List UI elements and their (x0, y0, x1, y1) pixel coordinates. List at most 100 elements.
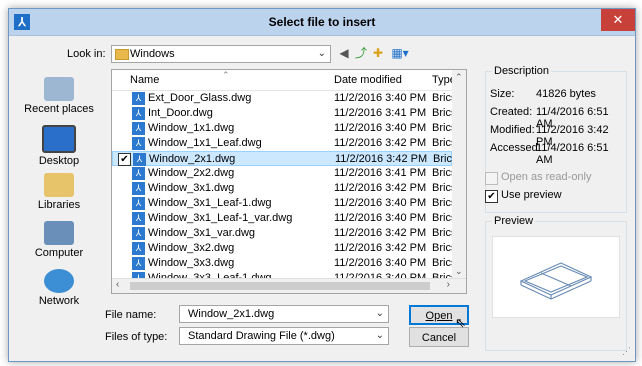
row-checkbox[interactable]: ✔ (118, 153, 131, 166)
file-type: BricsCAD (432, 197, 454, 209)
place-network[interactable]: Network (19, 269, 99, 307)
file-date: 11/2/2016 3:40 PM (334, 122, 427, 134)
file-row[interactable]: ⅄Window_1x1.dwg 11/2/2016 3:40 PM BricsCAD (112, 121, 454, 136)
column-date[interactable]: Date modified (334, 74, 402, 86)
dwg-file-icon: ⅄ (132, 257, 145, 270)
file-date: 11/2/2016 3:40 PM (334, 212, 427, 224)
file-date: 11/2/2016 3:40 PM (334, 257, 427, 269)
place-desktop[interactable]: Desktop (19, 125, 99, 167)
preview-group: Preview (485, 215, 627, 351)
filename-input[interactable]: Window_2x1.dwg ⌄ (179, 305, 389, 323)
title-bar: ⅄ Select file to insert ✕ (9, 9, 635, 36)
select-file-dialog: ⅄ Select file to insert ✕ Look in: Windo… (8, 8, 636, 362)
close-icon[interactable]: ✕ (601, 9, 635, 31)
dwg-file-icon: ⅄ (132, 212, 145, 225)
file-type: BricsCAD (432, 242, 454, 254)
horizontal-scroll-thumb[interactable] (130, 282, 430, 290)
folder-icon (115, 49, 129, 60)
scroll-up-icon[interactable]: ⌃ (455, 72, 463, 83)
file-date: 11/2/2016 3:40 PM (334, 92, 427, 104)
dwg-file-icon: ⅄ (132, 137, 145, 150)
file-name: Window_3x1_Leaf-1.dwg (148, 197, 272, 209)
filetype-dropdown[interactable]: Standard Drawing File (*.dwg) ⌄ (179, 327, 389, 345)
place-recent-places[interactable]: Recent places (19, 77, 99, 115)
file-list-header: Name ⌃ Date modified Type (112, 70, 466, 91)
file-name: Window_1x1.dwg (148, 122, 235, 134)
file-date: 11/2/2016 3:40 PM (334, 197, 427, 209)
file-row[interactable]: ⅄Window_3x1.dwg 11/2/2016 3:42 PM BricsCAD (112, 181, 454, 196)
horizontal-scrollbar[interactable]: ‹ › (112, 278, 466, 293)
file-type: BricsCAD (432, 122, 454, 134)
chevron-down-icon: ⌄ (317, 48, 326, 59)
file-type: BricsCAD (432, 137, 454, 149)
description-caption: Description (492, 65, 552, 77)
file-date: 11/2/2016 3:42 PM (334, 227, 427, 239)
readonly-checkbox[interactable] (485, 172, 498, 185)
file-name: Window_3x1.dwg (148, 182, 235, 194)
file-name: Ext_Door_Glass.dwg (148, 92, 252, 104)
file-row[interactable]: ⅄ Ext_Door_Glass.dwg 11/2/2016 3:40 PM Bric… (112, 91, 454, 106)
file-list[interactable]: Name ⌃ Date modified Type ⅄ Ext_Door_Glas… (111, 69, 467, 294)
file-name: Window_2x2.dwg (148, 167, 235, 179)
back-icon[interactable]: ◀ (337, 46, 351, 60)
lookin-dropdown[interactable]: Windows ⌄ (111, 45, 331, 63)
file-name: Window_3x1_var.dwg (148, 227, 256, 239)
dwg-file-icon: ⅄ (132, 92, 145, 105)
accessed-label: Accessed: (490, 142, 541, 154)
dwg-file-icon: ⅄ (132, 242, 145, 255)
file-type: BricsCAD (432, 257, 454, 269)
file-row[interactable]: ⅄ Window_3x1_Leaf-1.dwg 11/2/2016 3:40 PM B… (112, 196, 454, 211)
preview-caption: Preview (492, 215, 536, 227)
file-type: BricsCAD (432, 107, 454, 119)
file-row[interactable]: ⅄Window_2x2.dwg 11/2/2016 3:41 PM BricsCAD (112, 166, 454, 181)
scroll-left-icon[interactable]: ‹ (116, 279, 119, 290)
file-row[interactable]: ⅄ Window_3x1_Leaf-1_var.dwg 11/2/2016 3:40… (112, 211, 454, 226)
file-name: Window_2x1.dwg (149, 153, 236, 165)
file-row[interactable]: ⅄ Window_1x1_Leaf.dwg 11/2/2016 3:42 PM Bri… (112, 136, 454, 151)
file-date: 11/2/2016 3:41 PM (334, 167, 427, 179)
file-row[interactable]: ⅄Window_3x3.dwg 11/2/2016 3:40 PM BricsCAD (112, 256, 454, 271)
lookin-value: Windows (130, 48, 175, 60)
chevron-down-icon: ⌄ (375, 308, 384, 319)
file-type: BricsCAD (432, 92, 454, 104)
libraries-icon (44, 173, 74, 197)
file-type: BricsCAD (432, 167, 454, 179)
mouse-cursor-icon: ⇖ (455, 315, 466, 330)
views-menu-icon[interactable]: ▦▾ (389, 46, 411, 60)
file-row[interactable]: ⅄Window_3x2.dwg 11/2/2016 3:42 PM BricsCAD (112, 241, 454, 256)
place-libraries[interactable]: Libraries (19, 173, 99, 211)
use-preview-label: Use preview (501, 189, 562, 201)
modified-label: Modified: (490, 124, 535, 136)
place-computer[interactable]: Computer (19, 221, 99, 259)
file-date: 11/2/2016 3:42 PM (334, 137, 427, 149)
size-label: Size: (490, 88, 515, 100)
new-folder-icon[interactable]: ✚ (371, 46, 385, 60)
dwg-file-icon: ⅄ (132, 122, 145, 135)
window-preview-image (519, 262, 593, 300)
filename-value: Window_2x1.dwg (188, 308, 275, 320)
file-date: 11/2/2016 3:41 PM (334, 107, 427, 119)
sort-arrow-icon: ⌃ (222, 70, 230, 80)
file-type: BricsCAD (432, 227, 454, 239)
file-row[interactable]: ⅄Int_Door.dwg 11/2/2016 3:41 PM BricsCAD (112, 106, 454, 121)
dialog-title: Select file to insert (268, 15, 376, 29)
filename-label: File name: (105, 309, 157, 321)
created-label: Created: (490, 106, 533, 118)
chevron-down-icon: ⌄ (375, 330, 384, 341)
resize-grip-icon[interactable]: ⋰ (622, 346, 631, 357)
dwg-file-icon: ⅄ (132, 182, 145, 195)
dwg-file-icon: ⅄ (132, 227, 145, 240)
file-row[interactable]: ⅄ Window_3x1_var.dwg 11/2/2016 3:42 PM Bric… (112, 226, 454, 241)
scroll-down-icon[interactable]: ⌄ (455, 266, 463, 277)
up-folder-icon[interactable]: ⤴ (354, 46, 368, 60)
network-icon (44, 269, 74, 293)
file-row[interactable]: ✔⅄Window_2x1.dwg11/2/2016 3:42 PMBricsCA… (112, 151, 455, 166)
file-name: Window_3x1_Leaf-1_var.dwg (148, 212, 293, 224)
scroll-right-icon[interactable]: › (447, 279, 450, 290)
file-name: Int_Door.dwg (148, 107, 213, 119)
dwg-file-icon: ⅄ (132, 107, 145, 120)
computer-icon (44, 221, 74, 245)
column-name[interactable]: Name (130, 74, 159, 86)
vertical-scrollbar[interactable]: ⌃ ⌄ (452, 70, 466, 279)
use-preview-checkbox[interactable]: ✔ (485, 190, 498, 203)
